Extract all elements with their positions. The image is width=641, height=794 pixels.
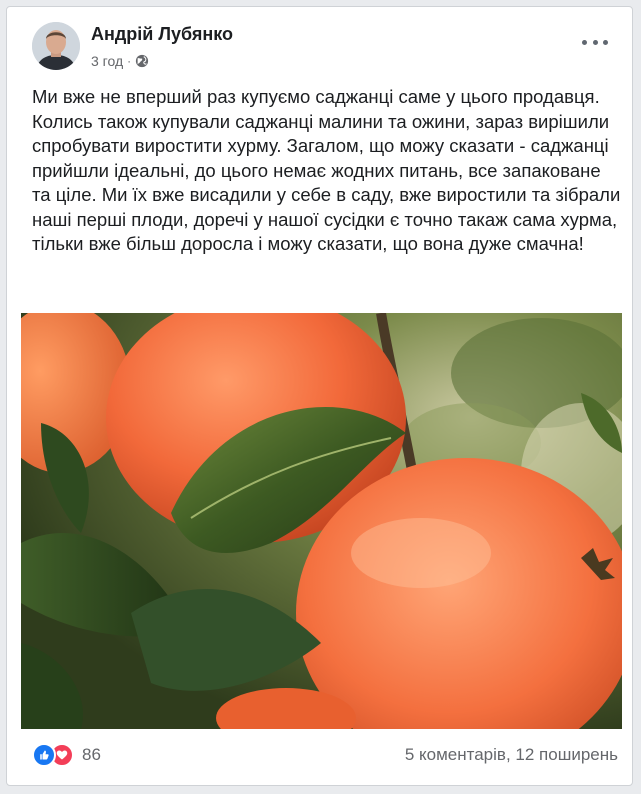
comments-count[interactable]: 5 коментарів: [405, 745, 506, 765]
stats-separator: ,: [505, 745, 516, 764]
post-timestamp[interactable]: 3 год: [91, 53, 123, 69]
post-photo[interactable]: [21, 313, 622, 729]
meta-separator: ·: [127, 54, 132, 68]
reaction-count: 86: [82, 745, 101, 764]
post-footer: 86 5 коментарів , 12 поширень: [32, 742, 618, 768]
reactions-summary[interactable]: 86: [32, 743, 101, 767]
post-stats: 5 коментарів , 12 поширень: [405, 745, 618, 765]
like-icon: [32, 743, 56, 767]
avatar-photo: [32, 22, 80, 70]
shares-count[interactable]: 12 поширень: [515, 745, 618, 765]
more-options-icon[interactable]: [582, 37, 608, 47]
post-card: Андрій Лубянко 3 год · Ми вже не вперший…: [6, 6, 633, 786]
author-avatar[interactable]: [32, 22, 80, 70]
globe-icon[interactable]: [135, 54, 149, 68]
author-name[interactable]: Андрій Лубянко: [91, 24, 233, 45]
post-meta: 3 год ·: [91, 53, 149, 69]
post-text: Ми вже не вперший раз купуємо саджанці с…: [32, 86, 621, 254]
